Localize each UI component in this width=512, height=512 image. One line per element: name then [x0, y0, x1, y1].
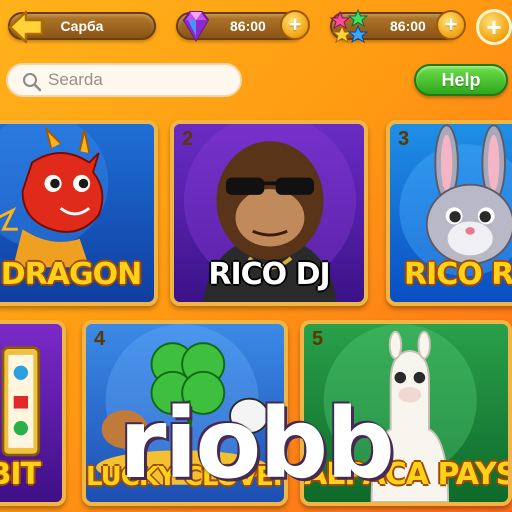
plus-icon: +: [486, 11, 502, 42]
game-title: O DRAGON: [0, 257, 142, 292]
game-title: RICO RAB: [404, 257, 512, 292]
gems-counter: 86:00 +: [176, 10, 310, 42]
watermark-text: riobb: [119, 388, 395, 500]
plus-icon: +: [444, 12, 458, 37]
game-number: 5: [312, 328, 324, 350]
plus-icon: +: [288, 12, 302, 37]
game-card-rico-rabbit[interactable]: 3 RICO RAB: [386, 120, 512, 306]
game-number: 4: [94, 328, 106, 350]
stars-value: 86:00: [390, 18, 426, 34]
stars-icon: [329, 8, 369, 44]
search-input[interactable]: Searda: [6, 63, 242, 97]
game-title: RICO DJ: [208, 257, 330, 292]
stars-counter: 86:00 +: [329, 8, 466, 44]
add-gems-button[interactable]: +: [280, 10, 310, 40]
game-card-rico-dj[interactable]: 2 RICO DJ: [170, 120, 368, 306]
back-button[interactable]: Capбa: [8, 10, 156, 44]
back-label: Capбa: [60, 18, 104, 34]
back-arrow-icon: [8, 10, 44, 44]
add-stars-button[interactable]: +: [436, 10, 466, 40]
game-number: 3: [398, 128, 410, 150]
gem-icon: [182, 11, 210, 42]
search-icon: [23, 73, 42, 92]
add-button[interactable]: +: [476, 9, 512, 45]
game-card-dragon[interactable]: O DRAGON: [0, 120, 158, 306]
game-number: 2: [182, 128, 194, 150]
search-placeholder: Searda: [48, 70, 103, 89]
help-button[interactable]: Help: [414, 64, 508, 96]
gems-value: 86:00: [230, 18, 266, 34]
top-bar: Capбa 86:00 + 86:00 + +: [0, 0, 512, 52]
